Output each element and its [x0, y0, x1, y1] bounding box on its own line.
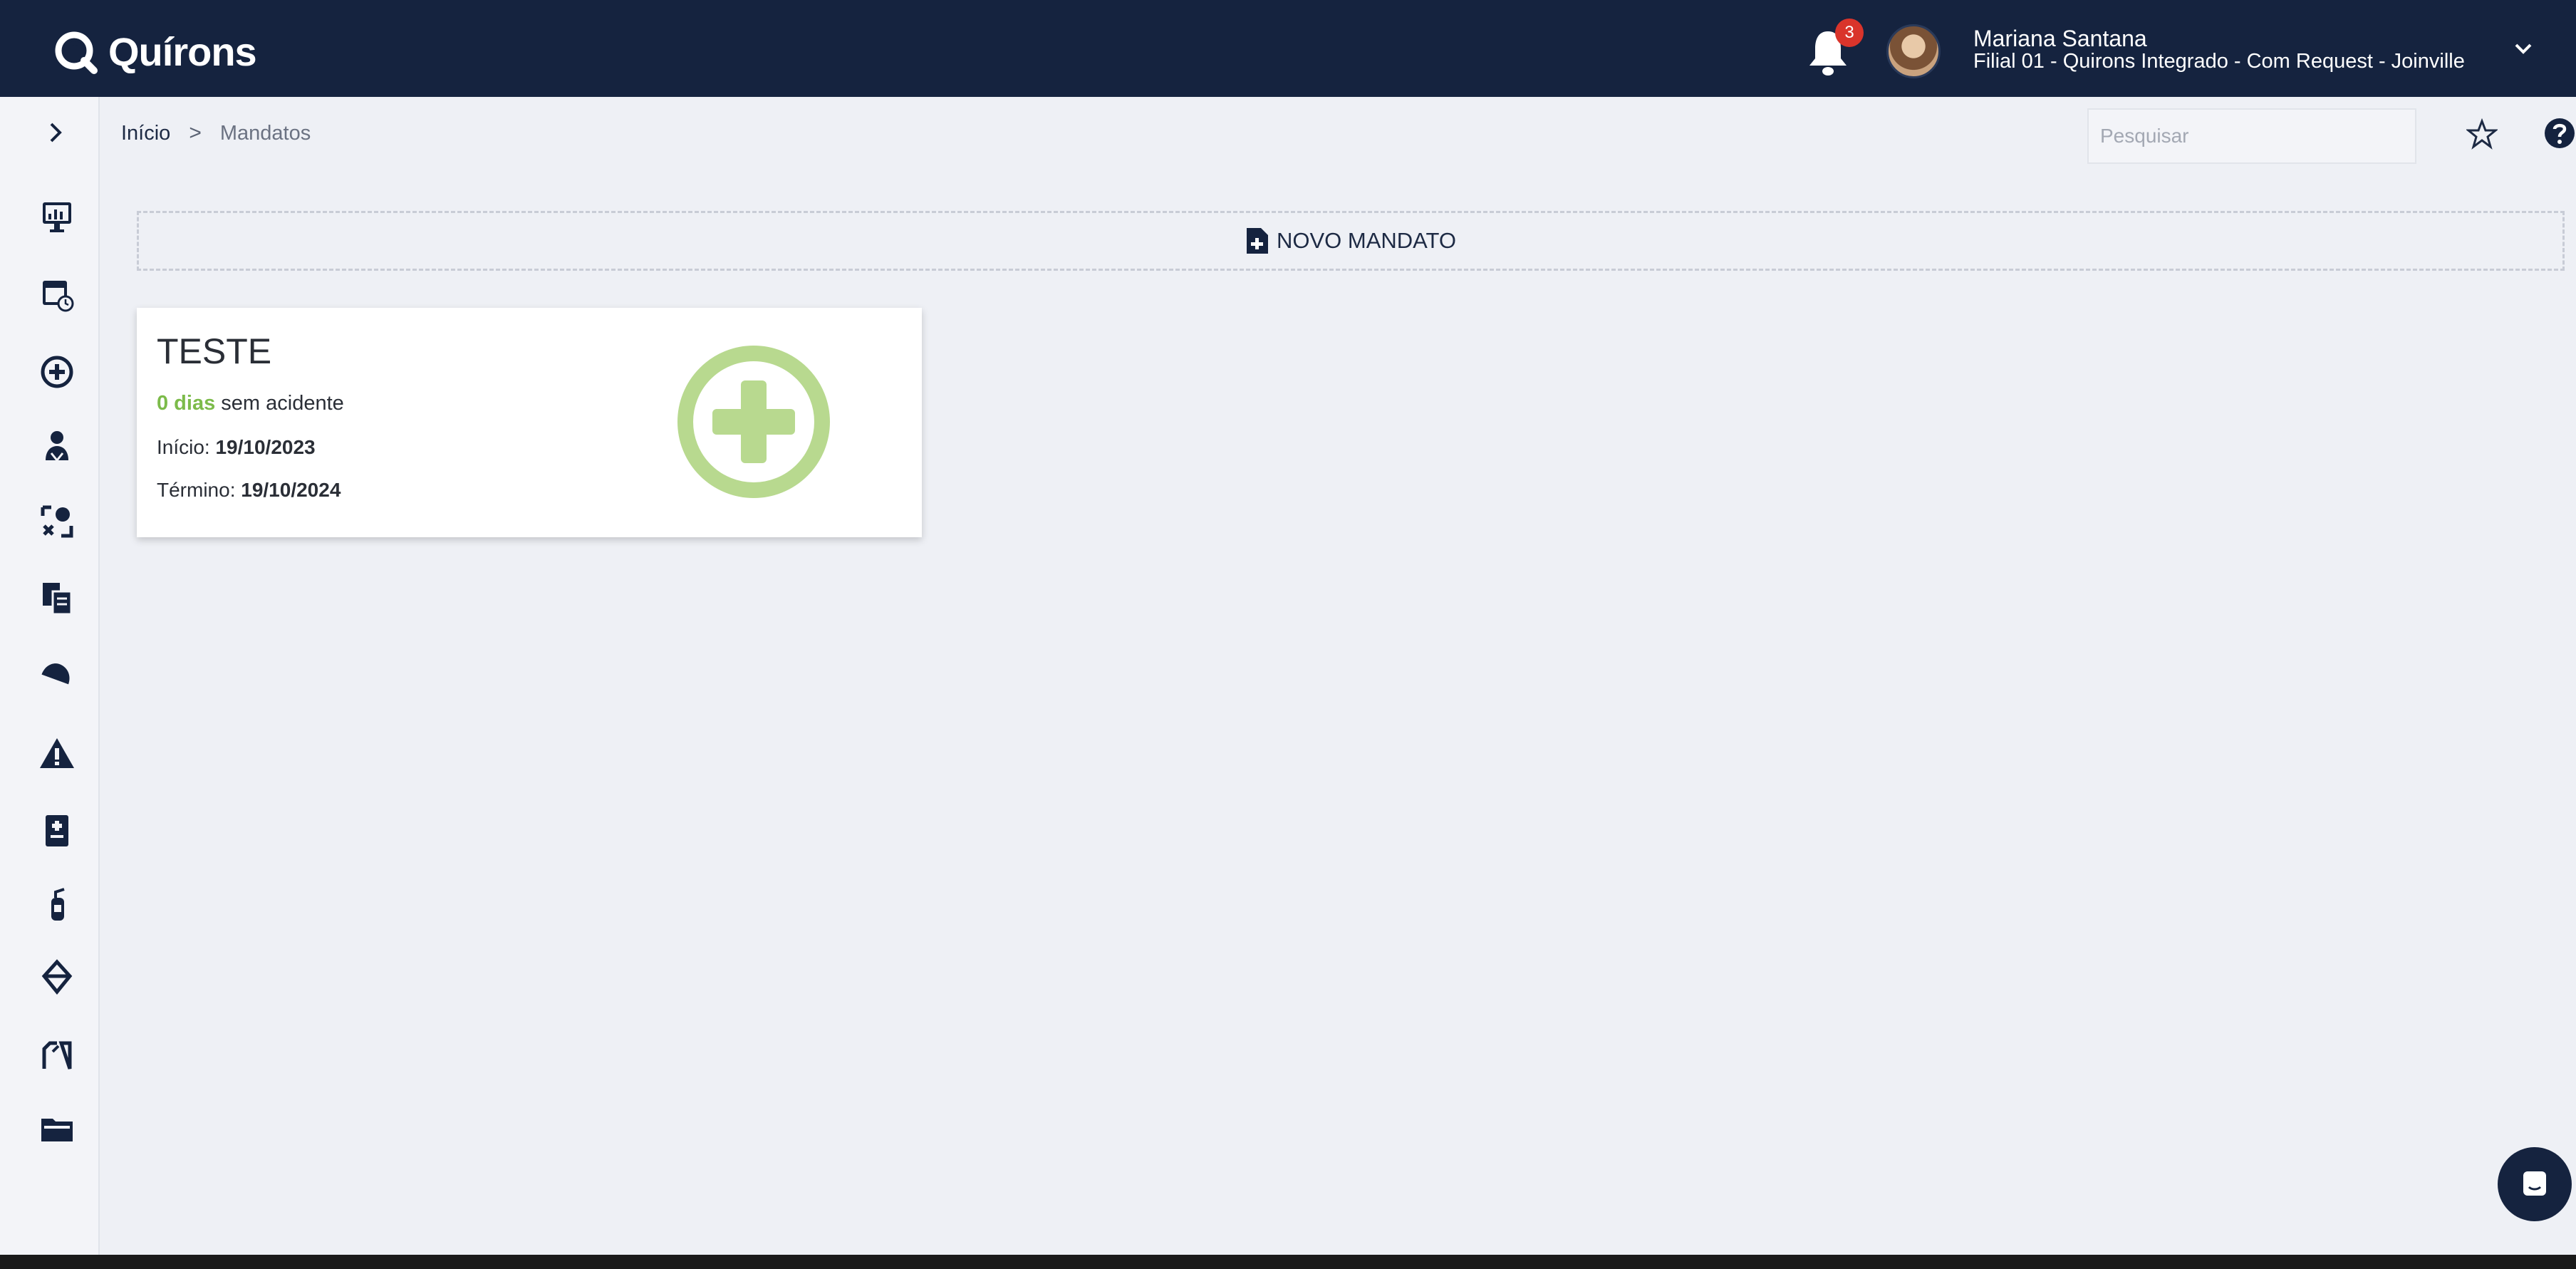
help-icon[interactable]	[2543, 117, 2576, 150]
chat-button[interactable]	[2498, 1147, 2572, 1221]
logo-icon	[55, 31, 98, 74]
helmet-icon[interactable]	[37, 654, 77, 694]
breadcrumb: Início > Mandatos	[121, 121, 311, 145]
mandate-title: TESTE	[157, 331, 272, 371]
end-date: 19/10/2024	[241, 479, 341, 501]
users-icon[interactable]	[37, 426, 77, 466]
file-add-icon	[1246, 228, 1268, 254]
search-input[interactable]	[2087, 108, 2416, 164]
new-mandate-label: NOVO MANDATO	[1276, 228, 1457, 253]
chevron-right-icon[interactable]	[41, 118, 70, 147]
breadcrumb-separator: >	[189, 121, 202, 145]
documents-icon[interactable]	[37, 579, 77, 618]
user-name[interactable]: Mariana Santana	[1973, 26, 2147, 52]
bottom-bar	[0, 1255, 2576, 1269]
mandate-card[interactable]: TESTE 0 dias sem acidente Início: 19/10/…	[137, 308, 922, 537]
start-date: 19/10/2023	[215, 436, 316, 458]
calendar-clock-icon[interactable]	[37, 274, 77, 314]
avatar[interactable]	[1886, 24, 1941, 78]
top-bar: Quírons 3 Mariana Santana Filial 01 - Qu…	[0, 0, 2576, 97]
safety-hat-icon[interactable]	[37, 958, 77, 998]
star-icon[interactable]	[2466, 118, 2498, 150]
folder-icon[interactable]	[37, 1109, 77, 1149]
chat-icon	[2523, 1171, 2546, 1196]
plus-circle-icon[interactable]	[37, 352, 77, 392]
breadcrumb-home-link[interactable]: Início	[121, 122, 170, 145]
plus-circle-icon	[677, 346, 830, 498]
notification-count-badge: 3	[1835, 19, 1864, 47]
breadcrumb-current: Mandatos	[219, 121, 311, 145]
days-suffix: sem acidente	[221, 392, 344, 415]
medical-record-icon[interactable]	[37, 811, 77, 851]
chevron-down-icon[interactable]	[2510, 36, 2536, 61]
days-value: 0 dias	[157, 392, 216, 415]
warning-icon[interactable]	[37, 734, 77, 774]
app-logo[interactable]: Quírons	[53, 29, 257, 75]
mandate-end: Término: 19/10/2024	[157, 479, 341, 502]
fire-extinguisher-icon[interactable]	[37, 885, 77, 925]
dashboard-icon[interactable]	[37, 197, 77, 237]
puzzle-icon[interactable]	[37, 502, 77, 542]
app-frame: Quírons 3 Mariana Santana Filial 01 - Qu…	[0, 0, 2576, 1269]
days-without-accident: 0 dias sem acidente	[157, 392, 344, 415]
app-name: Quírons	[108, 29, 257, 74]
start-label: Início:	[157, 436, 210, 458]
end-label: Término:	[157, 479, 236, 501]
mandate-start: Início: 19/10/2023	[157, 436, 316, 459]
new-mandate-button[interactable]: NOVO MANDATO	[137, 211, 2565, 271]
folder-open-icon[interactable]	[37, 1035, 77, 1074]
user-branch[interactable]: Filial 01 - Quirons Integrado - Com Requ…	[1973, 50, 2465, 73]
